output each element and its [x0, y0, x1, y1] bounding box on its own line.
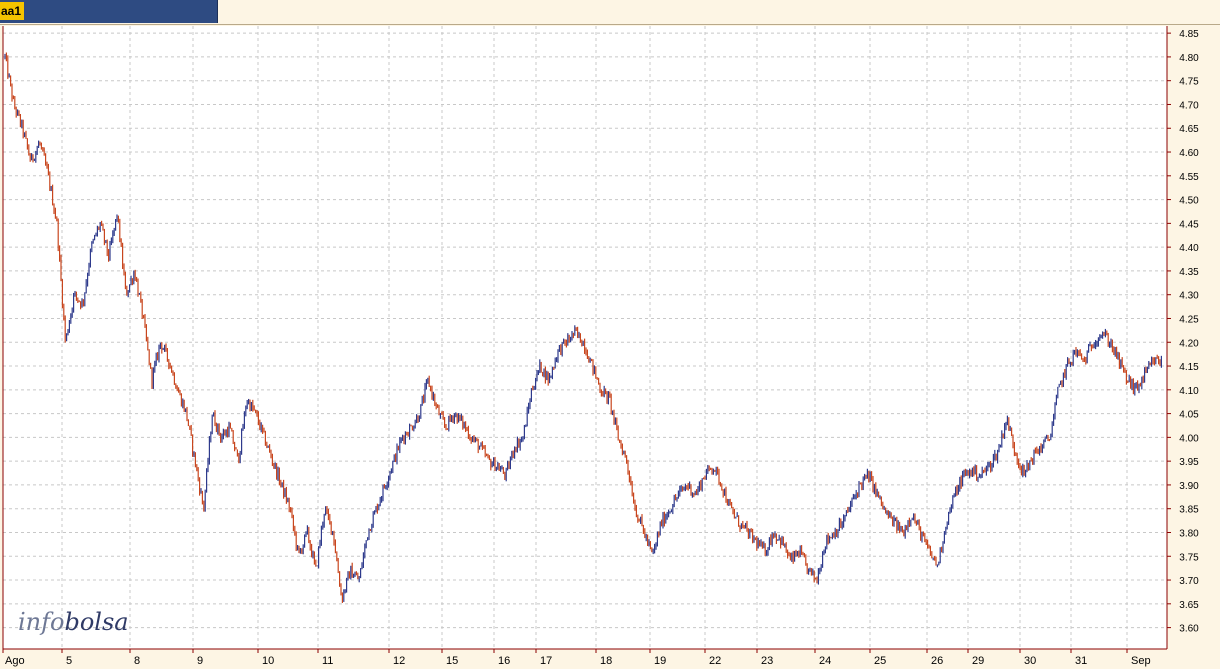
y-tick-label: 3.70: [1179, 576, 1199, 587]
y-tick-label: 4.80: [1179, 53, 1199, 64]
x-tick-label: 25: [874, 655, 886, 667]
y-tick-label: 4.10: [1179, 386, 1199, 397]
tab-bar: aa1: [0, 0, 1220, 25]
stock-chart: 3.60 3.65 3.70 3.75 3.80 3.85 3.90 3.95 4.00 4.05…: [0, 25, 1220, 669]
y-tick-label: 3.60: [1179, 624, 1199, 635]
y-tick-label: 4.25: [1179, 314, 1199, 325]
x-tick-label: 19: [654, 655, 666, 667]
x-tick-label: 8: [134, 655, 140, 667]
x-tick-label: 26: [931, 655, 943, 667]
x-tick-label: 24: [819, 655, 831, 667]
y-tick-label: 4.85: [1179, 29, 1199, 40]
y-tick-label: 4.45: [1179, 219, 1199, 230]
y-tick-label: 4.00: [1179, 433, 1199, 444]
y-tick-label: 4.15: [1179, 362, 1199, 373]
y-tick-label: 4.65: [1179, 124, 1199, 135]
y-tick-label: 4.60: [1179, 148, 1199, 159]
x-tick-label: 9: [197, 655, 203, 667]
x-tick-label: 5: [66, 655, 72, 667]
x-tick-label: 11: [322, 655, 333, 667]
y-tick-label: 4.70: [1179, 100, 1199, 111]
y-tick-label: 4.20: [1179, 338, 1199, 349]
y-tick-label: 4.30: [1179, 291, 1199, 302]
x-tick-label: 22: [709, 655, 721, 667]
y-tick-label: 3.65: [1179, 600, 1199, 611]
x-tick-label: Ago: [5, 655, 25, 667]
x-tick-label: Sep: [1131, 655, 1151, 667]
y-tick-label: 3.75: [1179, 552, 1199, 563]
tab-label: aa1: [0, 2, 25, 20]
y-tick-label: 4.40: [1179, 243, 1199, 254]
tab-chart[interactable]: aa1: [0, 0, 218, 23]
y-tick-label: 3.80: [1179, 528, 1199, 539]
y-tick-label: 4.05: [1179, 410, 1199, 421]
x-tick-label: 30: [1024, 655, 1036, 667]
y-tick-label: 3.85: [1179, 505, 1199, 516]
x-tick-label: 17: [540, 655, 552, 667]
x-tick-label: 10: [262, 655, 274, 667]
x-tick-label: 18: [600, 655, 612, 667]
y-tick-label: 4.50: [1179, 196, 1199, 207]
x-tick-label: 12: [393, 655, 405, 667]
x-tick-label: 15: [446, 655, 458, 667]
y-tick-label: 3.90: [1179, 481, 1199, 492]
y-tick-label: 4.75: [1179, 77, 1199, 88]
y-tick-label: 4.55: [1179, 172, 1199, 183]
x-tick-label: 23: [761, 655, 773, 667]
y-tick-label: 3.95: [1179, 457, 1199, 468]
x-tick-label: 16: [498, 655, 510, 667]
x-tick-label: 31: [1075, 655, 1087, 667]
y-tick-label: 4.35: [1179, 267, 1199, 278]
plot-area: [3, 26, 1167, 649]
x-tick-label: 29: [972, 655, 984, 667]
